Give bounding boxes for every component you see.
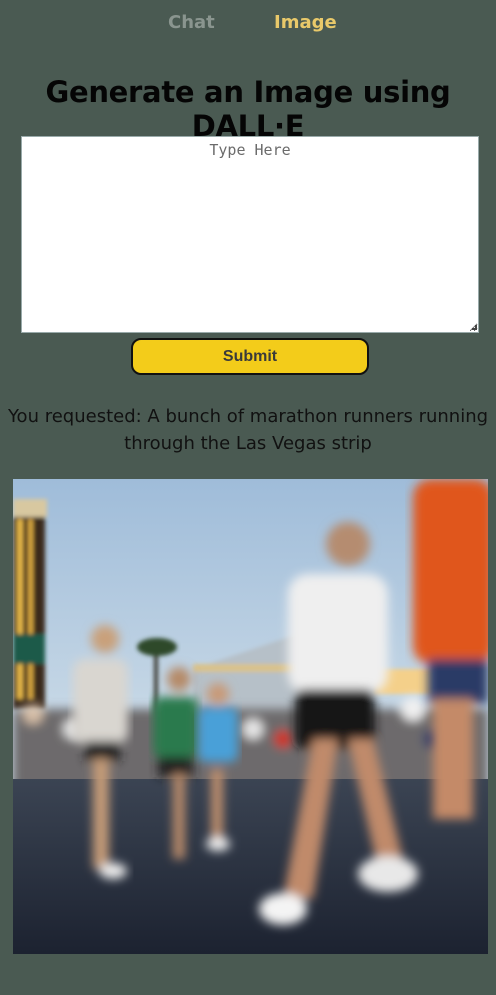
top-nav: Chat Image [0,12,496,38]
page-title: Generate an Image using DALL·E [45,75,451,143]
requested-prompt-text: You requested: A bunch of marathon runne… [7,406,489,454]
tab-image[interactable]: Image [274,12,337,33]
generated-image-graphic [13,479,488,954]
prompt-input[interactable] [21,136,479,333]
generated-image [13,479,488,954]
submit-button[interactable]: Submit [131,338,369,375]
resize-handle-icon[interactable] [472,325,477,330]
tab-chat[interactable]: Chat [168,12,215,33]
